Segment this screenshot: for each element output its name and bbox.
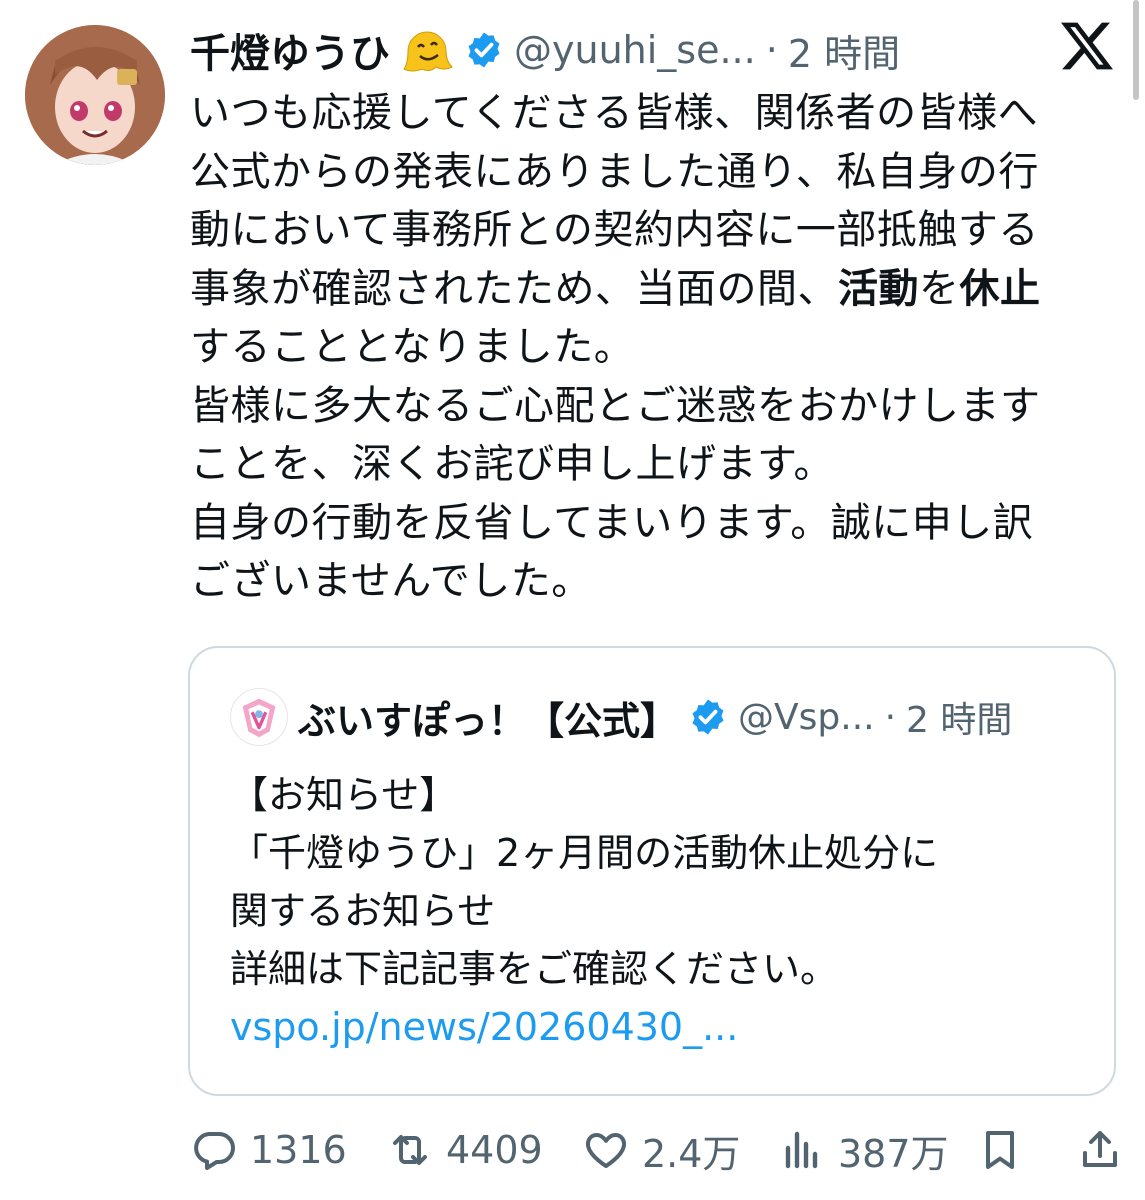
bold-text: 活動 (838, 265, 919, 312)
tweet-line: 公式からの発表にありました通り、私自身の行 (190, 148, 1039, 195)
bold-text: 休止 (959, 265, 1041, 312)
view-count: 387万 (838, 1131, 949, 1176)
quote-tweet-card[interactable]: ぶいすぽっ！【公式】 @Vsp... · 2 時間 【お知らせ】 「千燈ゆうひ」… (188, 646, 1116, 1096)
like-button[interactable]: 2.4万 (582, 1122, 740, 1178)
views-button[interactable]: 387万 (778, 1122, 949, 1178)
tweet-header: 千燈ゆうひ @yuuhi_se... · 2 時間 (190, 18, 900, 82)
analytics-icon (785, 1131, 818, 1169)
quote-line: 関するお知らせ (230, 889, 496, 933)
repost-icon (393, 1135, 427, 1165)
tweet-line: いつも応援してくださる皆様、関係者の皆様へ (190, 90, 1039, 136)
quote-line: 詳細は下記記事をご確認ください。 (230, 947, 839, 991)
bookmark-icon (986, 1131, 1014, 1169)
tweet-line-text: を (919, 265, 960, 312)
avatar[interactable] (25, 25, 165, 165)
quote-avatar[interactable] (230, 688, 288, 746)
share-icon (1083, 1131, 1117, 1167)
x-logo-icon[interactable] (1061, 20, 1113, 72)
heart-icon (585, 1133, 627, 1168)
like-count: 2.4万 (642, 1131, 741, 1176)
action-bar: 1316 4409 2.4万 387万 (190, 1122, 1117, 1178)
separator-dot: · (765, 28, 778, 72)
tweet-line: 動において事務所との契約内容に一部抵触する (190, 207, 1039, 253)
tweet-line: 事象が確認されたため、当面の間、活動を休止 (190, 260, 1110, 319)
tweet-line: することとなりました。 (190, 324, 635, 370)
quote-timestamp[interactable]: 2 時間 (906, 691, 1012, 743)
quote-text: 【お知らせ】 「千燈ゆうひ」2ヶ月間の活動休止処分に 関するお知らせ 詳細は下記… (230, 766, 938, 1056)
verified-badge-icon (692, 699, 724, 735)
reply-icon (194, 1132, 235, 1170)
tweet-line: 皆様に多大なるご心配とご迷惑をおかけします (190, 382, 1041, 429)
display-name[interactable]: 千燈ゆうひ (190, 21, 390, 79)
tweet-line: ございませんでした。 (190, 558, 592, 604)
reply-button[interactable]: 1316 (190, 1122, 347, 1178)
tweet-text: いつも応援してくださる皆様、関係者の皆様へ 公式からの発表にありました通り、私自… (190, 84, 1110, 611)
repost-count: 4409 (446, 1128, 543, 1172)
melting-face-icon (403, 31, 453, 72)
share-button[interactable] (1076, 1122, 1124, 1178)
quote-handle[interactable]: @Vsp... (738, 697, 875, 738)
quote-line: 「千燈ゆうひ」2ヶ月間の活動休止処分に (230, 831, 939, 875)
separator-dot: · (884, 696, 897, 738)
bookmark-button[interactable] (976, 1122, 1024, 1178)
quote-header: ぶいすぽっ！【公式】 @Vsp... · 2 時間 (230, 688, 1012, 746)
reply-count: 1316 (250, 1128, 347, 1172)
news-link[interactable]: vspo.jp/news/20260430_... (230, 998, 938, 1056)
avatar-image (25, 25, 165, 165)
repost-button[interactable]: 4409 (386, 1122, 543, 1178)
quote-display-name[interactable]: ぶいすぽっ！【公式】 (298, 690, 678, 745)
quote-line: 【お知らせ】 (230, 773, 458, 817)
verified-badge-icon (468, 32, 500, 68)
timestamp[interactable]: 2 時間 (788, 23, 900, 78)
tweet-line: ことを、深くお詫び申し上げます。 (190, 441, 834, 487)
tweet-line: 自身の行動を反省してまいります。誠に申し訳 (190, 499, 1034, 546)
tweet-line-text: 事象が確認されたため、当面の間、 (190, 265, 838, 312)
handle[interactable]: @yuuhi_se... (514, 28, 756, 72)
scrollbar[interactable] (1133, 0, 1139, 100)
